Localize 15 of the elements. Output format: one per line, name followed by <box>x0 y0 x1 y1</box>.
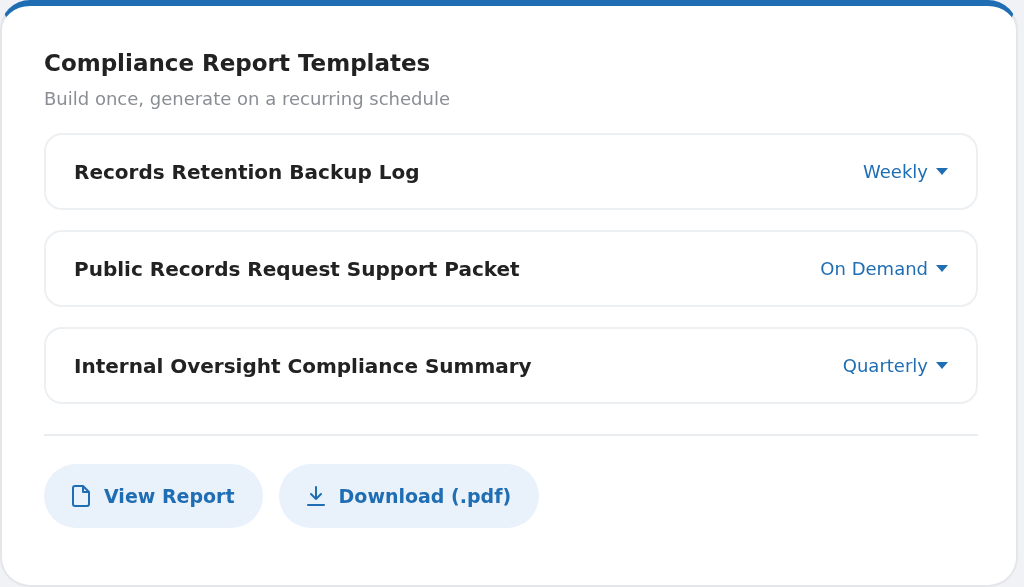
template-name: Internal Oversight Compliance Summary <box>74 353 532 378</box>
schedule-dropdown[interactable]: Weekly <box>863 161 948 182</box>
view-report-button[interactable]: View Report <box>44 464 263 528</box>
caret-icon <box>936 168 948 175</box>
card-subtitle: Build once, generate on a recurring schedule <box>44 88 451 109</box>
template-name: Records Retention Backup Log <box>74 159 420 184</box>
download-icon <box>306 486 325 506</box>
template-name: Public Records Request Support Packet <box>74 256 520 281</box>
schedule-dropdown[interactable]: Quarterly <box>842 355 948 376</box>
card-title: Compliance Report Templates <box>44 50 432 76</box>
caret-icon <box>936 362 948 369</box>
caret-icon <box>936 265 948 272</box>
download-button[interactable]: Download (.pdf) <box>278 464 540 528</box>
schedule-dropdown[interactable]: On Demand <box>820 258 948 279</box>
document-icon <box>72 485 90 507</box>
